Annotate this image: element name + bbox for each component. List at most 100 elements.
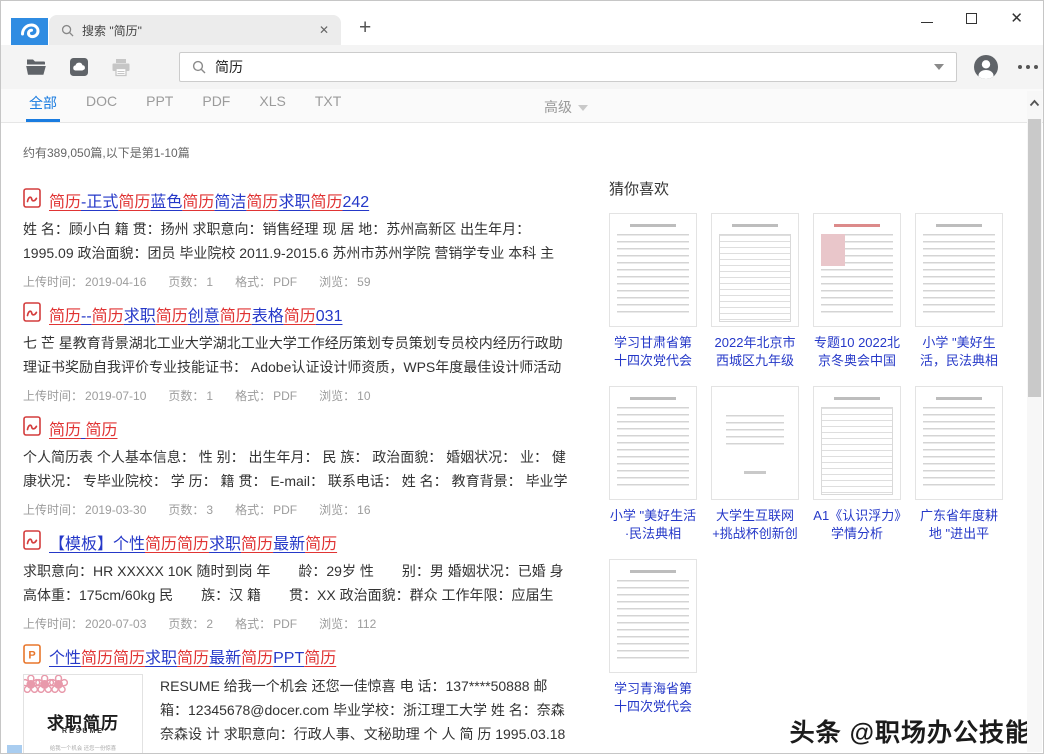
highlighted-keyword: 简历 <box>49 194 81 211</box>
results-list: 简历-正式简历蓝色简历简洁简历求职简历242姓 名：顾小白 籍 贯：扬州 求职意… <box>23 189 589 754</box>
title-text: 求职 <box>278 194 310 211</box>
result-title-link[interactable]: 简历 简历 <box>49 416 117 440</box>
meta-pages: 页数：2 <box>168 617 213 631</box>
suggestion-caption-link[interactable]: 学习甘肃省第十四次党代会 <box>609 334 697 370</box>
filter-tab-PPT[interactable]: PPT <box>146 93 173 122</box>
result-title-link[interactable]: 【模板】个性简历简历求职简历最新简历 <box>49 530 337 554</box>
filter-tab-XLS[interactable]: XLS <box>259 93 285 122</box>
result-thumbnail[interactable]: ❀❀❀求职简历RESUME给我一个机会 还您一份惊喜 <box>23 674 143 754</box>
suggestion-card: 学习青海省第十四次党代会 <box>609 559 697 716</box>
highlighted-keyword: 简历简历 <box>81 650 145 667</box>
suggestion-caption-link[interactable]: 小学 "美好生活，民法典相 <box>915 334 1003 370</box>
folder-icon <box>25 58 47 76</box>
search-result: 简历 简历个人简历表 个人基本信息： 性 别： 出生年月： 民 族： 政治面貌：… <box>23 417 589 518</box>
advanced-label: 高级 <box>544 97 572 117</box>
suggestion-cards: 学习甘肃省第十四次党代会 2022年北京市西城区九年级专题10 2022北京冬奥会… <box>609 213 1011 716</box>
highlighted-keyword: 简历 <box>49 308 81 325</box>
result-title-link[interactable]: 个性简历简历求职简历最新简历PPT简历 <box>49 644 336 668</box>
document-thumbnail[interactable] <box>813 386 901 500</box>
filter-tab-PDF[interactable]: PDF <box>202 93 230 122</box>
document-thumbnail[interactable] <box>813 213 901 327</box>
filter-tab-TXT[interactable]: TXT <box>315 93 341 122</box>
account-button[interactable] <box>973 54 999 80</box>
result-description: RESUME 给我一个机会 还您一佳惊喜 电 话：137****50888 邮 … <box>160 674 567 754</box>
title-text: 242 <box>342 194 369 211</box>
suggestion-card: 学习甘肃省第十四次党代会 <box>609 213 697 370</box>
suggestion-card: 小学 "美好生活，民法典相 <box>915 213 1003 370</box>
highlighted-keyword: 简历 <box>246 194 278 211</box>
pdf-icon <box>23 188 41 213</box>
advanced-filter-button[interactable]: 高级 <box>544 97 588 117</box>
meta-format: 格式：PDF <box>235 503 297 517</box>
minimize-button[interactable] <box>921 22 933 23</box>
title-text: 求职 <box>124 308 156 325</box>
highlighted-keyword: 简历 <box>241 650 273 667</box>
highlighted-keyword: 简历 <box>49 422 81 439</box>
document-thumbnail[interactable] <box>609 386 697 500</box>
document-thumbnail[interactable] <box>609 213 697 327</box>
pdf-icon <box>23 530 41 555</box>
title-text: 创意 <box>188 308 220 325</box>
document-thumbnail[interactable] <box>711 386 799 500</box>
close-button[interactable]: ✕ <box>1010 11 1023 26</box>
search-result: P 个性简历简历求职简历最新简历PPT简历 ❀❀❀求职简历RESUME给我一个机会 … <box>23 645 589 754</box>
suggestion-caption-link[interactable]: 学习青海省第十四次党代会 <box>609 680 697 716</box>
document-tab[interactable]: 搜索 "简历" ✕ <box>49 15 341 45</box>
result-meta: 上传时间：2019-07-10页数：1格式：PDF浏览：10 <box>23 387 589 404</box>
more-menu-button[interactable] <box>1018 65 1038 69</box>
search-input[interactable]: 简历 <box>179 52 957 82</box>
document-thumbnail[interactable] <box>609 559 697 673</box>
result-description: 七 芒 星教育背景湖北工业大学湖北工业大学工作经历策划专员策划专员校内经历行政助… <box>23 331 568 379</box>
chevron-down-icon <box>578 105 588 111</box>
highlighted-keyword: 简历 <box>92 308 124 325</box>
result-title-row: 简历 简历 <box>23 417 589 439</box>
suggestion-card: 大学生互联网+挑战杯创新创 <box>711 386 799 543</box>
user-avatar-icon <box>973 54 999 80</box>
open-folder-button[interactable] <box>25 58 47 76</box>
result-title-link[interactable]: 简历--简历求职简历创意简历表格简历031 <box>49 302 342 326</box>
scrollbar-thumb[interactable] <box>1028 119 1041 397</box>
new-tab-button[interactable]: + <box>359 16 371 40</box>
title-text: 031 <box>316 308 343 325</box>
search-icon <box>192 60 206 74</box>
suggestion-caption-link[interactable]: 专题10 2022北京冬奥会中国 <box>813 334 901 370</box>
suggestion-caption-link[interactable]: 2022年北京市西城区九年级 <box>711 334 799 370</box>
meta-views: 浏览：10 <box>319 389 370 403</box>
search-dropdown-icon[interactable] <box>934 64 944 70</box>
scroll-up-button[interactable] <box>1027 91 1042 107</box>
scrollbar[interactable] <box>1027 91 1042 752</box>
meta-views: 浏览：112 <box>319 617 376 631</box>
title-text: 最新 <box>273 536 305 553</box>
document-thumbnail[interactable] <box>915 386 1003 500</box>
tab-close-icon[interactable]: ✕ <box>319 24 329 36</box>
ppt-file-icon: P <box>23 644 41 664</box>
suggestion-caption-link[interactable]: 小学 "美好生活·民法典相 <box>609 507 697 543</box>
title-text: 求职 <box>209 536 241 553</box>
result-title-link[interactable]: 简历-正式简历蓝色简历简洁简历求职简历242 <box>49 188 369 212</box>
title-bar: 搜索 "简历" ✕ + ✕ <box>1 1 1043 45</box>
search-result: 【模板】个性简历简历求职简历最新简历求职意向：HR XXXXX 10K 随时到岗… <box>23 531 589 632</box>
meta-upload: 上传时间：2020-07-03 <box>23 617 146 631</box>
result-text-block: RESUME 给我一个机会 还您一佳惊喜 电 话：137****50888 邮 … <box>160 674 589 754</box>
pdf-icon <box>23 416 41 441</box>
suggestion-card: A1《认识浮力》学情分析 <box>813 386 901 543</box>
suggestion-caption-link[interactable]: A1《认识浮力》学情分析 <box>813 507 901 543</box>
suggestion-caption-link[interactable]: 大学生互联网+挑战杯创新创 <box>711 507 799 543</box>
maximize-button[interactable] <box>966 13 977 24</box>
meta-pages: 页数：1 <box>168 389 213 403</box>
print-button-disabled[interactable] <box>111 58 131 77</box>
app-logo-icon[interactable] <box>11 18 48 45</box>
meta-upload: 上传时间：2019-04-16 <box>23 275 146 289</box>
result-title-row: P 个性简历简历求职简历最新简历PPT简历 <box>23 645 589 667</box>
document-thumbnail[interactable] <box>915 213 1003 327</box>
title-text: 简洁 <box>214 194 246 211</box>
filter-tab-全部[interactable]: 全部 <box>29 93 57 122</box>
cloud-document-button[interactable] <box>69 57 89 77</box>
filter-tab-DOC[interactable]: DOC <box>86 93 117 122</box>
suggestion-caption-link[interactable]: 广东省年度耕地 "进出平 <box>915 507 1003 543</box>
meta-format: 格式：PDF <box>235 275 297 289</box>
title-text: 【模板】个性 <box>49 536 145 553</box>
meta-format: 格式：PDF <box>235 389 297 403</box>
document-thumbnail[interactable] <box>711 213 799 327</box>
printer-icon <box>111 58 131 77</box>
